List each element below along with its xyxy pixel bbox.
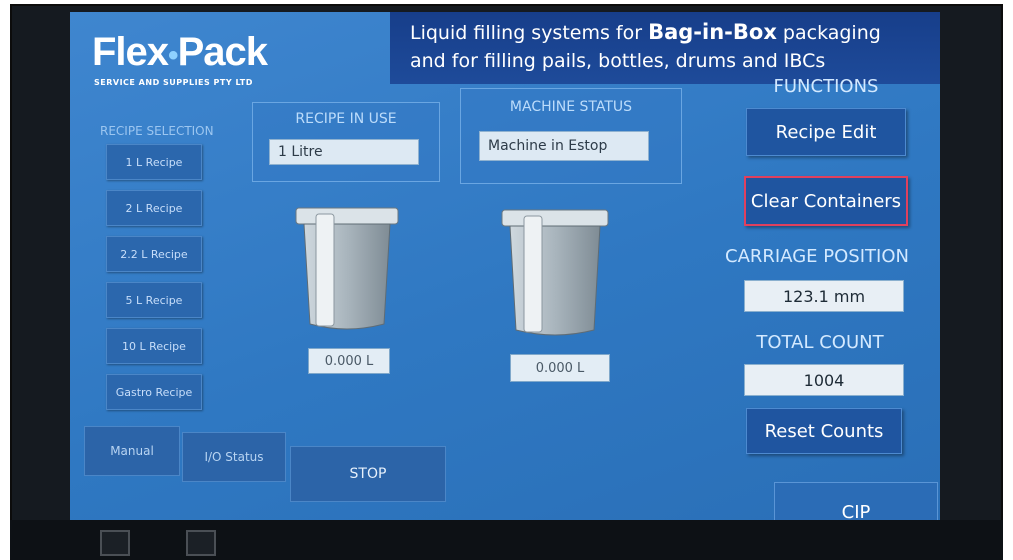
tagline-line2: and for filling pails, bottles, drums an… xyxy=(410,50,826,72)
logo-word1: Flex xyxy=(92,30,169,74)
machine-status-field: Machine in Estop xyxy=(479,131,649,161)
container-1-volume: 0.000 L xyxy=(308,348,390,374)
tab-manual[interactable]: Manual xyxy=(84,426,180,476)
tagline-line1-pre: Liquid filling systems for xyxy=(410,22,649,44)
tab-io-status[interactable]: I/O Status xyxy=(182,432,286,482)
logo-word2: Pack xyxy=(177,30,268,74)
recipe-button-10l[interactable]: 10 L Recipe xyxy=(106,328,202,364)
water-drop-icon: • xyxy=(168,39,178,72)
recipe-in-use-field: 1 Litre xyxy=(269,139,419,165)
recipe-button-5l[interactable]: 5 L Recipe xyxy=(106,282,202,318)
recipe-in-use-panel: RECIPE IN USE 1 Litre xyxy=(252,102,440,182)
recipe-in-use-title: RECIPE IN USE xyxy=(295,111,397,127)
tagline-bold: Bag-in-Box xyxy=(648,20,777,44)
recipe-button-gastro[interactable]: Gastro Recipe xyxy=(106,374,202,410)
logo-subtitle: SERVICE AND SUPPLIES PTY LTD xyxy=(94,78,253,87)
cip-button[interactable]: CIP xyxy=(774,482,938,520)
container-2-volume: 0.000 L xyxy=(510,354,610,382)
machine-status-title: MACHINE STATUS xyxy=(509,99,633,115)
header-tagline: Liquid filling systems for Bag-in-Box pa… xyxy=(410,18,930,75)
hardware-button-icon xyxy=(100,530,130,556)
flexpack-logo: Flex•Pack xyxy=(92,30,268,75)
clear-containers-button[interactable]: Clear Containers xyxy=(744,176,908,226)
total-count-label: TOTAL COUNT xyxy=(756,332,884,353)
reset-counts-button[interactable]: Reset Counts xyxy=(746,408,902,454)
machine-status-panel: MACHINE STATUS Machine in Estop xyxy=(460,88,682,184)
total-count-field: 1004 xyxy=(744,364,904,396)
carriage-position-label: CARRIAGE POSITION xyxy=(725,246,909,267)
recipe-button-2-2l[interactable]: 2.2 L Recipe xyxy=(106,236,202,272)
tagline-line1-post: packaging xyxy=(776,22,881,44)
carriage-position-field: 123.1 mm xyxy=(744,280,904,312)
hardware-button-icon xyxy=(186,530,216,556)
recipe-button-1l[interactable]: 1 L Recipe xyxy=(106,144,202,180)
stop-button[interactable]: STOP xyxy=(290,446,446,502)
hmi-screen: Liquid filling systems for Bag-in-Box pa… xyxy=(70,12,940,520)
recipe-button-2l[interactable]: 2 L Recipe xyxy=(106,190,202,226)
recipe-edit-button[interactable]: Recipe Edit xyxy=(746,108,906,156)
monitor-bottom-edge xyxy=(10,520,1003,560)
container-1-icon xyxy=(295,207,399,330)
functions-title: FUNCTIONS xyxy=(773,76,879,97)
recipe-selection-title: RECIPE SELECTION xyxy=(100,124,214,138)
container-2-icon xyxy=(501,209,609,336)
